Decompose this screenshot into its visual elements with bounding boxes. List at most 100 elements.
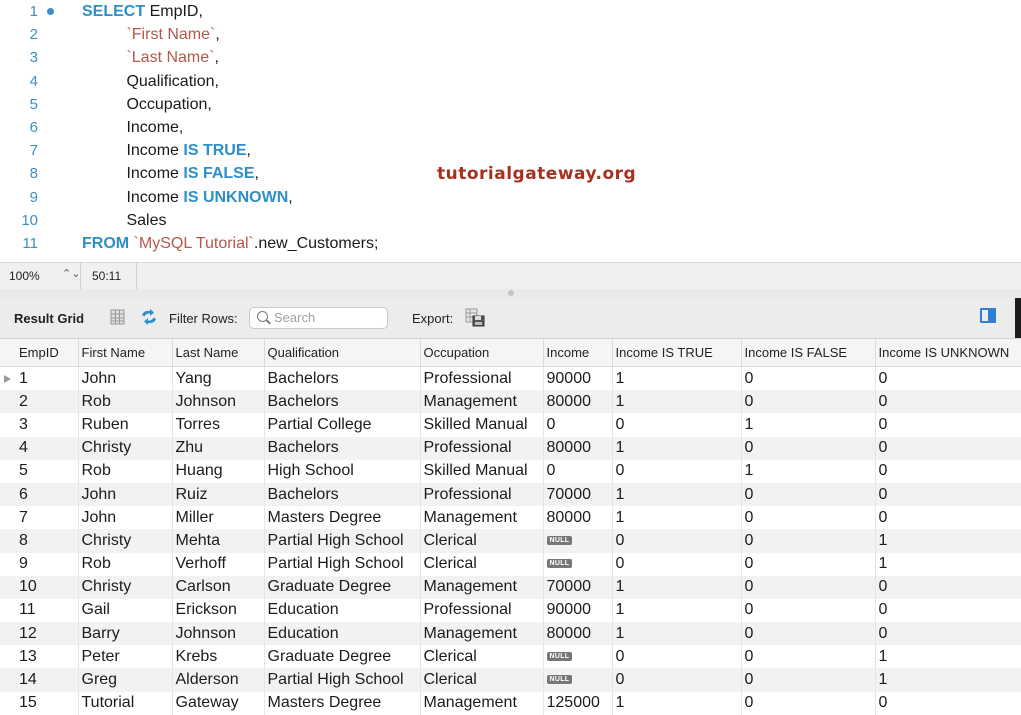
table-row[interactable]: 8 Christy Mehta Partial High School Clerical… [0, 529, 1021, 553]
table-row[interactable]: 2 Rob Johnson Bachelors Management 80000 1 0 0 [0, 390, 1021, 414]
table-cell[interactable]: Professional [420, 598, 544, 623]
table-cell[interactable]: Peter [78, 645, 173, 669]
table-cell[interactable]: Professional [420, 436, 544, 460]
table-cell[interactable]: 0 [875, 575, 1021, 599]
table-cell[interactable]: Rob [78, 390, 173, 414]
table-cell[interactable]: 0 [741, 668, 876, 692]
filter-search-input[interactable] [274, 309, 382, 326]
table-cell[interactable]: 1 [16, 366, 79, 391]
table-cell[interactable]: Management [420, 506, 544, 530]
table-cell[interactable]: Bachelors [264, 436, 421, 460]
table-cell[interactable]: Clerical [420, 552, 544, 576]
table-row[interactable]: 3 Ruben Torres Partial College Skilled Manua… [0, 413, 1021, 437]
table-cell[interactable]: 1 [875, 645, 1021, 669]
table-cell[interactable]: Alderson [172, 668, 265, 692]
column-header[interactable]: Last Name [172, 339, 265, 367]
table-cell[interactable]: Greg [78, 668, 173, 692]
table-cell[interactable]: Christy [78, 575, 173, 599]
table-cell[interactable]: 1 [875, 552, 1021, 576]
table-cell[interactable]: 0 [741, 482, 876, 507]
table-cell[interactable]: Torres [172, 413, 265, 437]
table-cell[interactable]: 0 [741, 552, 876, 576]
table-cell[interactable]: 1 [741, 459, 876, 483]
grid-view-icon[interactable] [110, 309, 125, 325]
row-gutter[interactable] [0, 459, 16, 483]
result-grid[interactable]: EmpID First Name Last Name Qualification Occ… [0, 339, 1021, 715]
table-cell[interactable]: 0 [543, 459, 613, 483]
table-cell[interactable]: Bachelors [264, 390, 421, 414]
row-gutter[interactable] [0, 575, 16, 599]
table-cell[interactable]: 0 [875, 436, 1021, 460]
table-cell[interactable]: Management [420, 575, 544, 599]
table-cell[interactable]: 90000 [543, 366, 613, 391]
table-cell[interactable]: 4 [16, 436, 79, 460]
table-cell[interactable]: 13 [16, 645, 79, 669]
table-cell[interactable]: Clerical [420, 668, 544, 692]
table-cell[interactable]: 0 [741, 506, 876, 530]
table-cell[interactable]: Graduate Degree [264, 575, 421, 599]
table-cell[interactable]: Clerical [420, 645, 544, 669]
table-cell[interactable]: 1 [612, 506, 742, 530]
table-cell[interactable]: Carlson [172, 575, 265, 599]
code-text[interactable]: Income IS FALSE, [82, 162, 259, 185]
table-cell[interactable]: Tutorial [78, 691, 173, 715]
table-cell[interactable]: 15 [16, 691, 79, 715]
table-cell[interactable]: Huang [172, 459, 265, 483]
table-cell[interactable]: 0 [612, 529, 742, 553]
table-cell[interactable]: Johnson [172, 622, 265, 646]
table-cell[interactable]: Gateway [172, 691, 265, 715]
filter-search-box[interactable] [249, 307, 388, 329]
table-cell[interactable]: Education [264, 622, 421, 646]
table-cell[interactable]: NULL [543, 529, 613, 553]
row-gutter[interactable] [0, 691, 16, 715]
table-cell[interactable]: Gail [78, 598, 173, 623]
table-cell[interactable]: 0 [875, 622, 1021, 646]
table-cell[interactable]: Skilled Manual [420, 459, 544, 483]
table-cell[interactable]: 80000 [543, 436, 613, 460]
row-gutter[interactable] [0, 366, 16, 391]
table-cell[interactable]: 7 [16, 506, 79, 530]
table-cell[interactable]: 5 [16, 459, 79, 483]
row-gutter[interactable] [0, 622, 16, 646]
code-text[interactable]: `First Name`, [82, 23, 219, 46]
table-cell[interactable]: 3 [16, 413, 79, 437]
table-row[interactable]: 7 John Miller Masters Degree Management 80000… [0, 506, 1021, 530]
table-cell[interactable]: Verhoff [172, 552, 265, 576]
table-cell[interactable]: 0 [875, 459, 1021, 483]
table-cell[interactable]: 1 [612, 436, 742, 460]
column-header[interactable]: Income IS FALSE [741, 339, 876, 367]
column-header[interactable]: Income IS UNKNOWN [875, 339, 1021, 367]
table-cell[interactable]: Management [420, 390, 544, 414]
table-cell[interactable]: Graduate Degree [264, 645, 421, 669]
table-cell[interactable]: John [78, 482, 173, 507]
table-cell[interactable]: 0 [741, 575, 876, 599]
table-cell[interactable]: Bachelors [264, 366, 421, 391]
table-cell[interactable]: Mehta [172, 529, 265, 553]
table-cell[interactable]: 0 [612, 552, 742, 576]
table-cell[interactable]: 1 [875, 668, 1021, 692]
code-text[interactable]: Sales [82, 209, 166, 232]
table-cell[interactable]: 90000 [543, 598, 613, 623]
table-cell[interactable]: 11 [16, 598, 79, 623]
column-header[interactable]: Occupation [420, 339, 544, 367]
row-gutter[interactable] [0, 598, 16, 623]
table-cell[interactable]: 1 [612, 622, 742, 646]
table-cell[interactable]: 80000 [543, 622, 613, 646]
zoom-level[interactable]: 100% [9, 269, 40, 283]
table-cell[interactable]: 1 [612, 366, 742, 391]
row-gutter[interactable] [0, 413, 16, 437]
splitter-grip-icon[interactable] [508, 290, 514, 296]
table-cell[interactable]: Yang [172, 366, 265, 391]
toggle-side-panel-icon[interactable] [980, 308, 996, 323]
table-cell[interactable]: 125000 [543, 691, 613, 715]
table-cell[interactable]: NULL [543, 645, 613, 669]
table-cell[interactable]: 1 [741, 413, 876, 437]
column-header[interactable]: EmpID [16, 339, 79, 367]
table-cell[interactable]: Masters Degree [264, 691, 421, 715]
table-cell[interactable]: 1 [875, 529, 1021, 553]
code-text[interactable]: SELECT EmpID, [82, 0, 203, 23]
code-text[interactable]: FROM `MySQL Tutorial`.new_Customers; [82, 232, 378, 255]
table-cell[interactable]: 0 [741, 390, 876, 414]
table-cell[interactable]: Barry [78, 622, 173, 646]
table-cell[interactable]: Johnson [172, 390, 265, 414]
